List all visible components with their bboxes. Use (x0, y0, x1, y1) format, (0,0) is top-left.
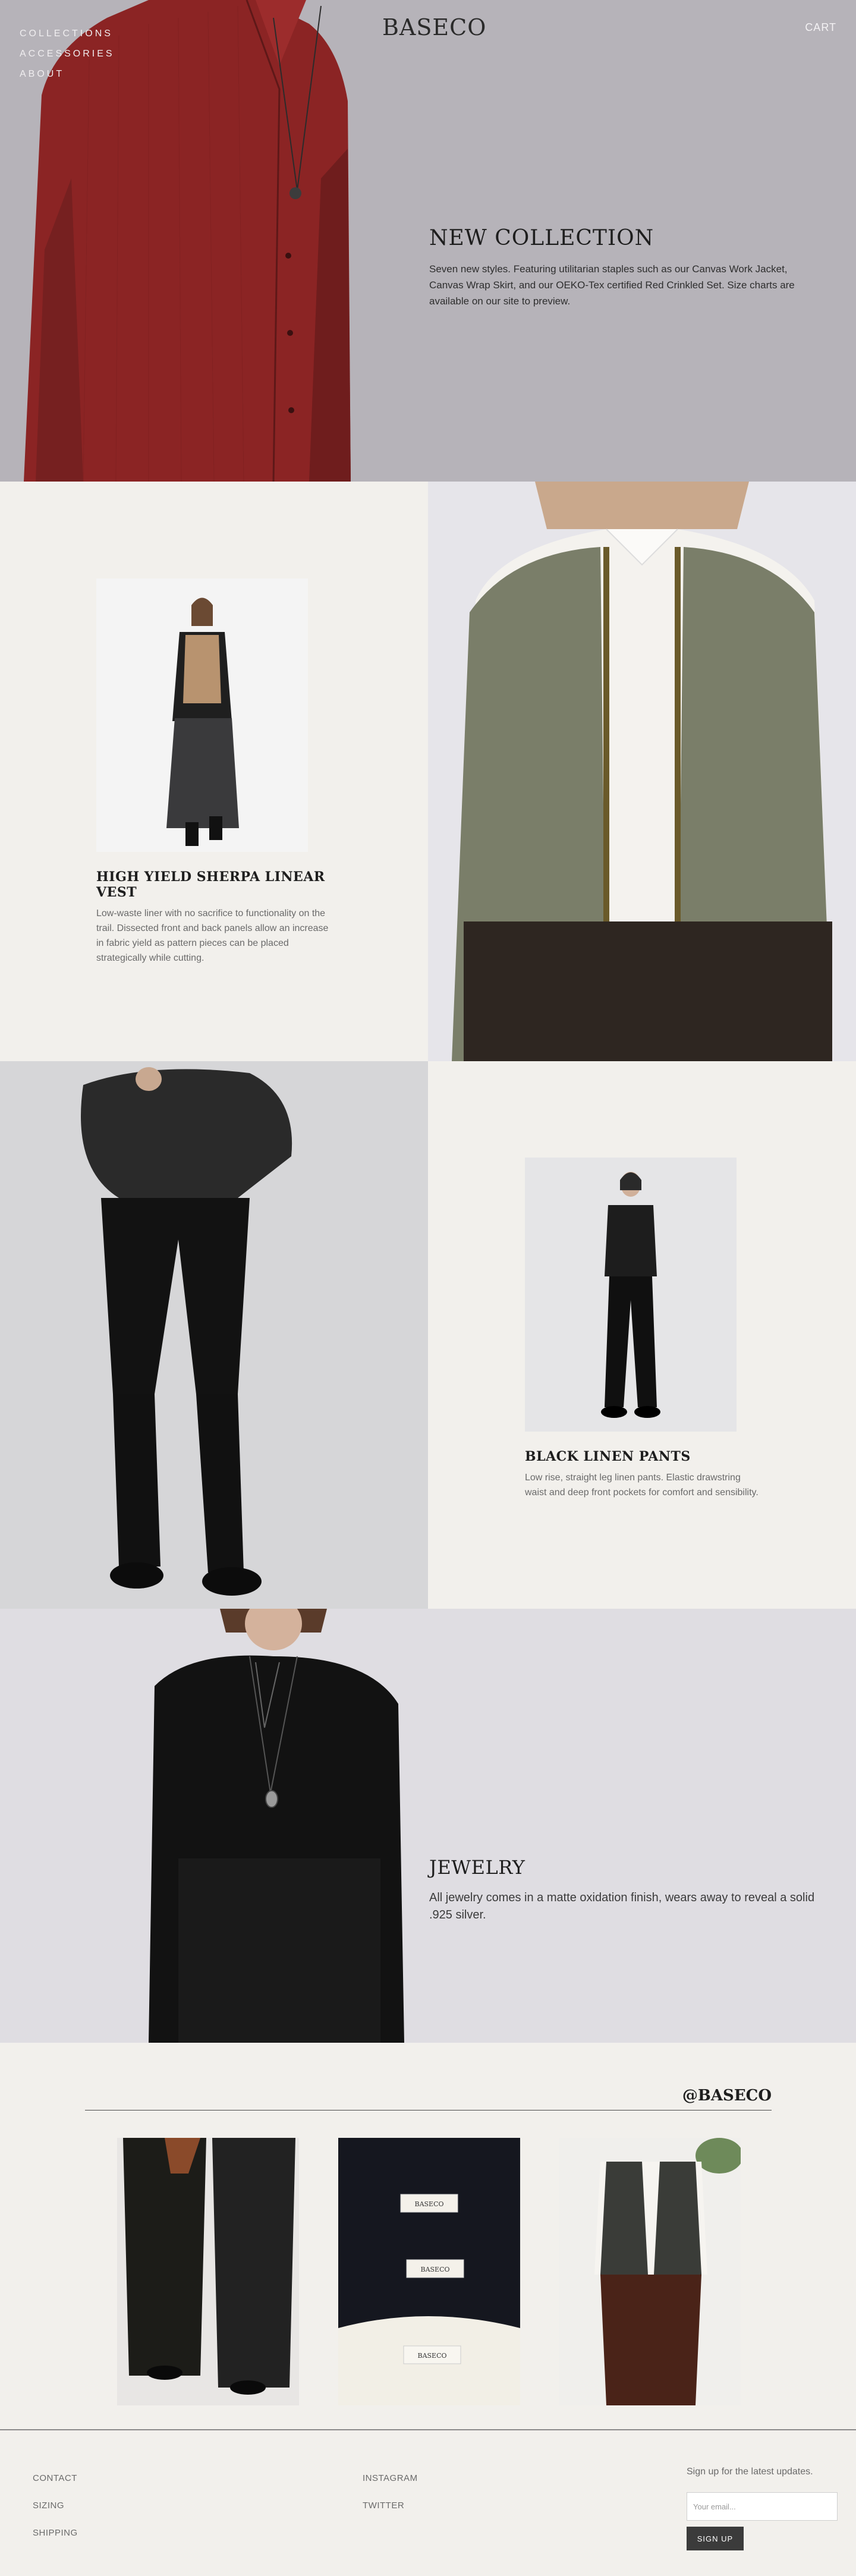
hero-section: COLLECTIONS ACCESSORIES ABOUT BASECO CAR… (0, 0, 856, 482)
jewelry-body: All jewelry comes in a matte oxidation f… (429, 1891, 815, 1921)
main-nav: COLLECTIONS ACCESSORIES ABOUT (20, 24, 115, 84)
vest-closeup-photo (428, 482, 856, 1061)
vest-feature-body: Low-waste liner with no sacrifice to fun… (96, 908, 329, 963)
clothing-label-2: BASECO (420, 2266, 449, 2273)
footer-contact-link[interactable]: CONTACT (33, 2465, 78, 2492)
footer-twitter-link[interactable]: TWITTER (363, 2492, 418, 2520)
vest-product-photo[interactable] (96, 578, 308, 852)
nav-collections-link[interactable]: COLLECTIONS (20, 24, 115, 44)
vest-closeup-panel (428, 482, 856, 1061)
pants-model-panel (0, 1061, 428, 1641)
footer-sizing-link[interactable]: SIZING (33, 2492, 78, 2520)
pants-feature-copy: BLACK LINEN PANTS Low rise, straight leg… (525, 1449, 763, 1500)
instagram-divider (85, 2110, 772, 2111)
jewelry-copy: JEWELRY All jewelry comes in a matte oxi… (429, 1856, 822, 1924)
instagram-post-3[interactable] (559, 2138, 741, 2405)
jewelry-title: JEWELRY (429, 1856, 525, 1879)
vest-feature-copy: HIGH YIELD SHERPA LINEAR VEST Low-waste … (96, 869, 334, 965)
pants-feature-body: Low rise, straight leg linen pants. Elas… (525, 1473, 759, 1498)
footer-column-info: CONTACT SIZING SHIPPING (33, 2465, 78, 2547)
instagram-post-2[interactable]: BASECO BASECO BASECO (338, 2138, 520, 2405)
hero-copy: NEW COLLECTION Seven new styles. Featuri… (429, 226, 822, 309)
cart-link[interactable]: CART (805, 21, 836, 34)
vest-feature-panel: HIGH YIELD SHERPA LINEAR VEST Low-waste … (0, 482, 428, 1061)
footer-shipping-link[interactable]: SHIPPING (33, 2520, 78, 2547)
vest-feature-title: HIGH YIELD SHERPA LINEAR VEST (96, 869, 325, 900)
instagram-section: @BASECO BASECO BASECO BASECO (0, 2043, 856, 2429)
hero-body: Seven new styles. Featuring utilitarian … (429, 263, 795, 307)
signup-text: Sign up for the latest updates. (687, 2467, 813, 2477)
sign-up-button[interactable]: SIGN UP (687, 2527, 744, 2550)
nav-accessories-link[interactable]: ACCESSORIES (20, 44, 115, 64)
clothing-label-3: BASECO (417, 2352, 446, 2360)
footer-column-social: INSTAGRAM TWITTER (363, 2465, 418, 2520)
pants-feature-panel: BLACK LINEN PANTS Low rise, straight leg… (428, 1061, 856, 1609)
instagram-handle[interactable]: @BASECO (682, 2087, 772, 2105)
pants-feature-title: BLACK LINEN PANTS (525, 1449, 691, 1464)
clothing-label-1: BASECO (414, 2200, 443, 2208)
nav-about-link[interactable]: ABOUT (20, 64, 115, 84)
pants-model-photo (0, 1061, 428, 1609)
jewelry-model-photo (0, 1609, 428, 2043)
email-input[interactable] (687, 2492, 838, 2521)
site-footer: CONTACT SIZING SHIPPING INSTAGRAM TWITTE… (0, 2429, 856, 2576)
newsletter-signup: Sign up for the latest updates. SIGN UP (687, 2465, 841, 2550)
footer-instagram-link[interactable]: INSTAGRAM (363, 2465, 418, 2492)
instagram-post-1[interactable] (117, 2138, 299, 2405)
jewelry-section: JEWELRY All jewelry comes in a matte oxi… (0, 1609, 856, 2043)
pants-product-photo[interactable] (525, 1158, 737, 1432)
hero-title: NEW COLLECTION (429, 226, 654, 250)
site-logo[interactable]: BASECO (382, 14, 486, 40)
